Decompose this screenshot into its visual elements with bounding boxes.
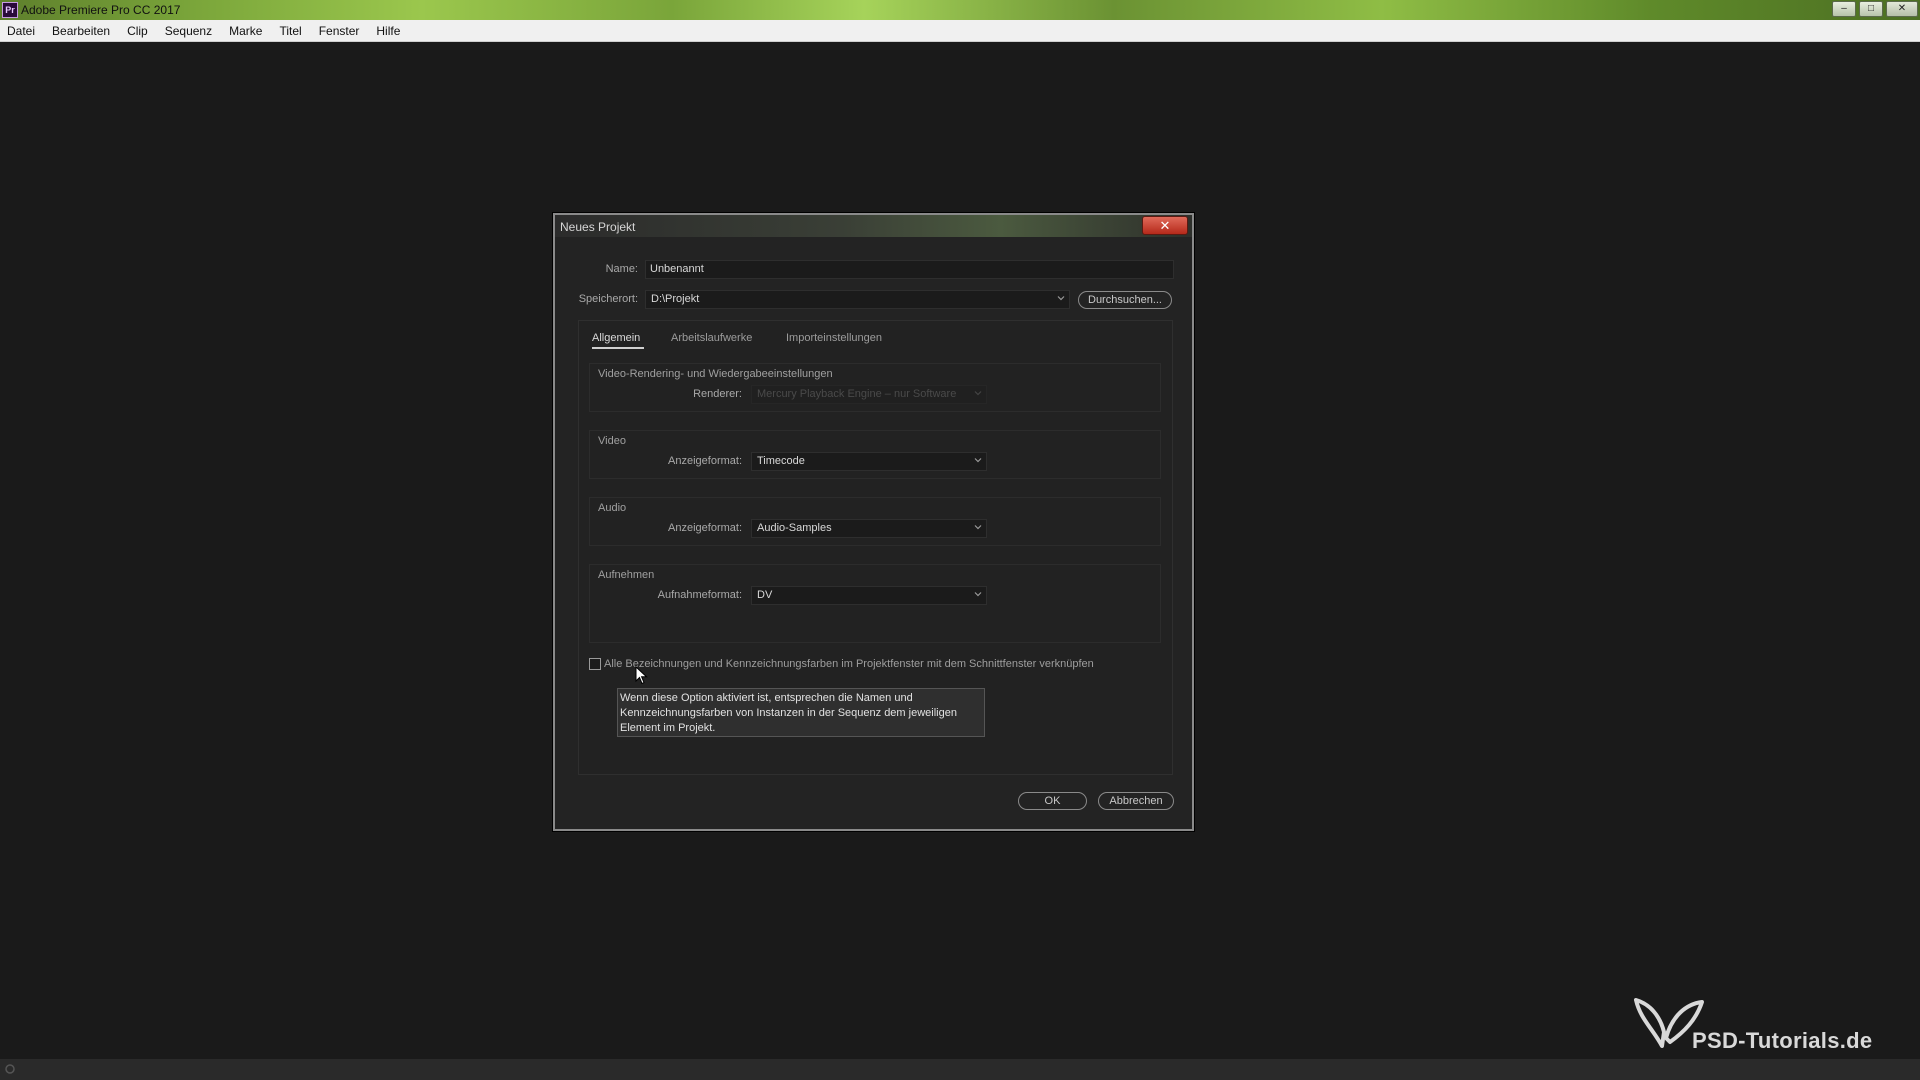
premiere-logo-icon: Pr	[2, 2, 18, 18]
audio-format-value: Audio-Samples	[757, 522, 832, 534]
dialog-title: Neues Projekt	[560, 220, 636, 234]
tooltip-line: Element im Projekt.	[620, 722, 716, 734]
audio-group-title: Audio	[598, 502, 627, 514]
capture-group: Aufnehmen Aufnahmeformat: DV	[589, 564, 1161, 643]
tab-importeinstellungen[interactable]: Importeinstellungen	[786, 332, 882, 344]
ok-button[interactable]: OK	[1018, 792, 1087, 810]
watermark: PSD-Tutorials.de	[1632, 988, 1902, 1053]
status-icon	[5, 1064, 15, 1074]
chevron-down-icon	[974, 525, 982, 530]
capture-format-label: Aufnahmeformat:	[657, 589, 742, 601]
capture-format-value: DV	[757, 589, 773, 601]
status-bar	[0, 1059, 1920, 1080]
menu-marke[interactable]: Marke	[228, 24, 263, 38]
audio-format-label: Anzeigeformat:	[668, 522, 742, 534]
menu-datei[interactable]: Datei	[6, 24, 36, 38]
capture-format-dropdown[interactable]: DV	[751, 586, 987, 605]
renderer-label: Renderer:	[693, 388, 742, 400]
video-group-title: Video	[598, 435, 626, 447]
menu-bar: Datei Bearbeiten Clip Sequenz Marke Tite…	[0, 20, 1920, 42]
project-name-input[interactable]: Unbenannt	[645, 260, 1174, 279]
link-labels-checkbox[interactable]	[589, 658, 601, 670]
chevron-down-icon	[1057, 296, 1065, 301]
video-format-value: Timecode	[757, 455, 805, 467]
menu-hilfe[interactable]: Hilfe	[375, 24, 401, 38]
close-window-button[interactable]: ✕	[1886, 1, 1918, 17]
tab-allgemein[interactable]: Allgemein	[592, 332, 640, 344]
menu-titel[interactable]: Titel	[278, 24, 302, 38]
tooltip-line: Kennzeichnungsfarben von Instanzen in de…	[620, 707, 957, 719]
active-tab-indicator	[592, 347, 644, 349]
menu-bearbeiten[interactable]: Bearbeiten	[51, 24, 111, 38]
rendering-group: Video-Rendering- und Wiedergabeeinstellu…	[589, 363, 1161, 412]
dialog-close-button[interactable]: ✕	[1142, 216, 1188, 235]
video-group: Video Anzeigeformat: Timecode	[589, 430, 1161, 479]
menu-clip[interactable]: Clip	[126, 24, 149, 38]
audio-format-dropdown[interactable]: Audio-Samples	[751, 519, 987, 538]
browse-button[interactable]: Durchsuchen...	[1078, 291, 1172, 309]
link-labels-checkbox-label[interactable]: Alle Bezeichnungen und Kennzeichnungsfar…	[604, 658, 1094, 670]
mouse-cursor-icon	[635, 666, 648, 685]
location-label: Speicherort:	[578, 293, 638, 305]
video-format-label: Anzeigeformat:	[668, 455, 742, 467]
dialog-titlebar: Neues Projekt ✕	[555, 215, 1192, 237]
tab-arbeitslaufwerke[interactable]: Arbeitslaufwerke	[671, 332, 752, 344]
rendering-group-title: Video-Rendering- und Wiedergabeeinstellu…	[598, 368, 833, 380]
audio-group: Audio Anzeigeformat: Audio-Samples	[589, 497, 1161, 546]
menu-fenster[interactable]: Fenster	[318, 24, 361, 38]
renderer-dropdown: Mercury Playback Engine – nur Software	[751, 385, 987, 404]
chevron-down-icon	[974, 458, 982, 463]
app-title: Adobe Premiere Pro CC 2017	[21, 3, 181, 17]
watermark-text: PSD-Tutorials.de	[1692, 1028, 1873, 1053]
renderer-value: Mercury Playback Engine – nur Software	[757, 388, 957, 400]
minimize-button[interactable]: –	[1832, 1, 1856, 17]
new-project-dialog: Neues Projekt ✕ Name: Unbenannt Speicher…	[553, 213, 1194, 831]
maximize-button[interactable]: □	[1859, 1, 1883, 17]
location-value: D:\Projekt	[651, 293, 700, 305]
name-label: Name:	[605, 263, 638, 275]
chevron-down-icon	[974, 592, 982, 597]
app-titlebar: Pr Adobe Premiere Pro CC 2017 – □ ✕	[0, 0, 1920, 20]
capture-group-title: Aufnehmen	[598, 569, 655, 581]
location-dropdown[interactable]: D:\Projekt	[645, 290, 1070, 309]
chevron-down-icon	[974, 391, 982, 396]
video-format-dropdown[interactable]: Timecode	[751, 452, 987, 471]
tooltip-line: Wenn diese Option aktiviert ist, entspre…	[620, 692, 913, 704]
menu-sequenz[interactable]: Sequenz	[164, 24, 213, 38]
window-controls: – □ ✕	[1829, 0, 1918, 18]
cancel-button[interactable]: Abbrechen	[1098, 792, 1174, 810]
checkbox-tooltip: Wenn diese Option aktiviert ist, entspre…	[617, 688, 985, 737]
